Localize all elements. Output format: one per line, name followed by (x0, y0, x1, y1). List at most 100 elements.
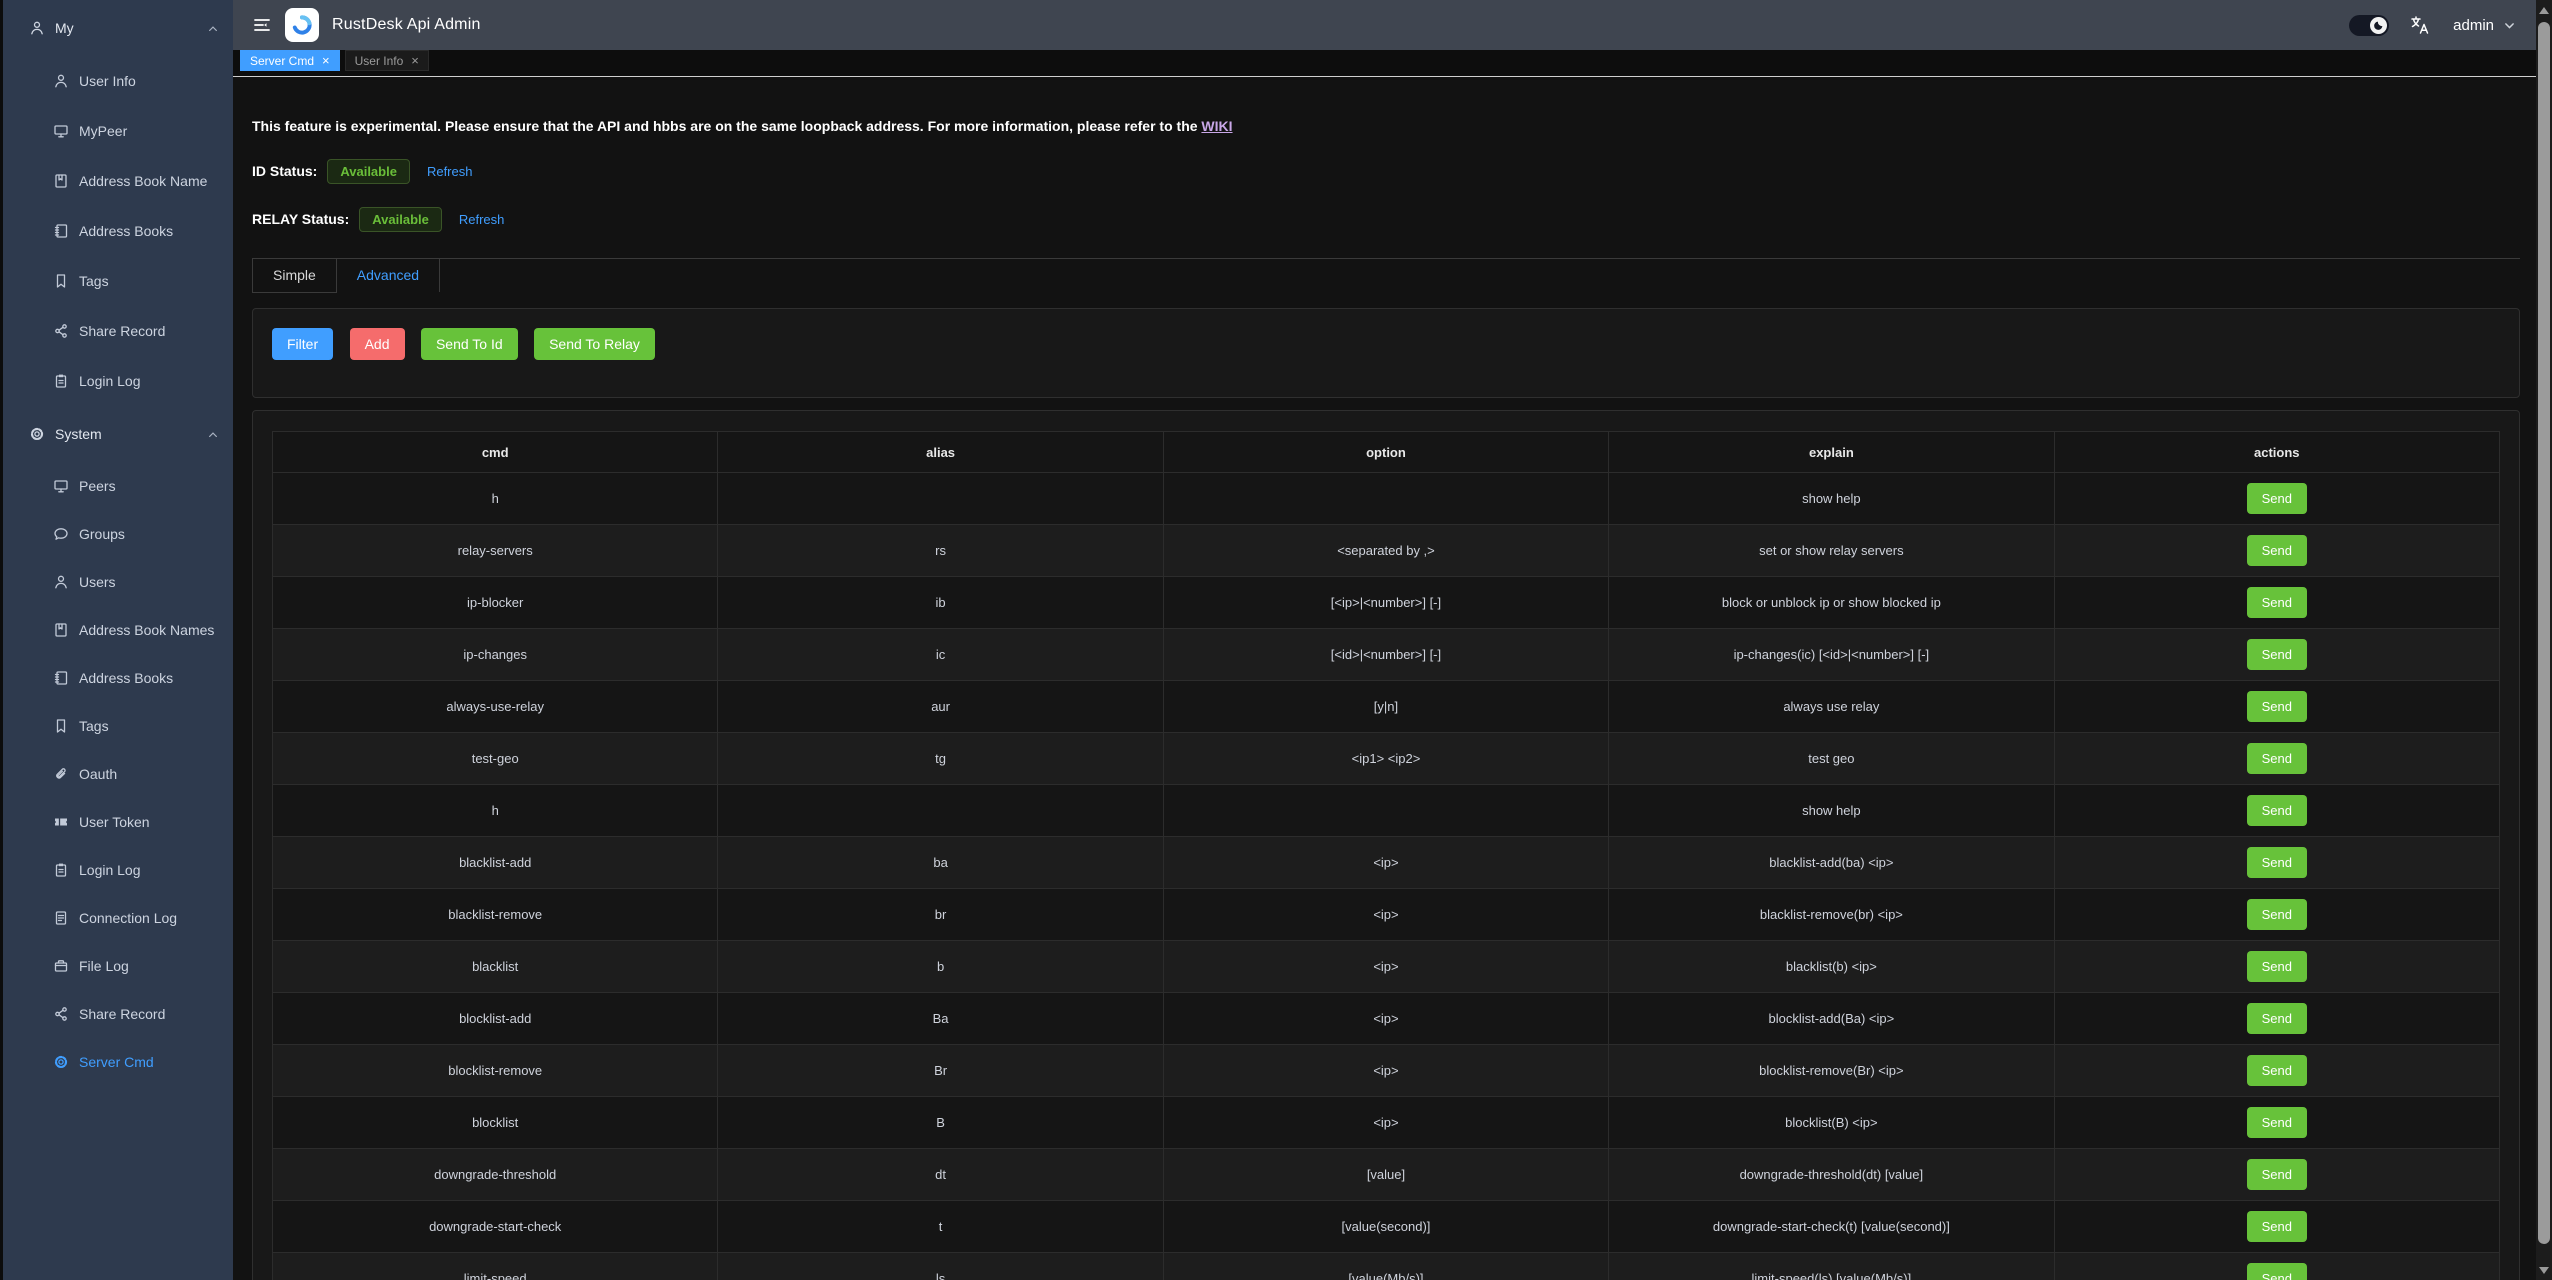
sidebar-item-address-books[interactable]: Address Books (3, 654, 233, 702)
column-header-alias: alias (718, 432, 1163, 473)
scroll-up-arrow-icon[interactable] (2536, 2, 2552, 18)
tab-simple[interactable]: Simple (252, 259, 337, 293)
cell-option: [value] (1163, 1149, 1608, 1201)
sidebar-item-label: Share Record (79, 323, 165, 339)
menu-fold-icon[interactable] (252, 15, 272, 35)
sidebar-item-share-record[interactable]: Share Record (3, 306, 233, 356)
send-button[interactable]: Send (2247, 1055, 2307, 1086)
sidebar-item-connection-log[interactable]: Connection Log (3, 894, 233, 942)
send-button[interactable]: Send (2247, 535, 2307, 566)
cell-actions: Send (2054, 1097, 2499, 1149)
sidebar-item-label: User Info (79, 73, 136, 89)
send-button[interactable]: Send (2247, 1107, 2307, 1138)
send-button[interactable]: Send (2247, 691, 2307, 722)
monitor-icon (53, 123, 69, 139)
table-row: blocklist-addBa<ip>blocklist-add(Ba) <ip… (273, 993, 2500, 1045)
rustdesk-logo-icon (285, 8, 319, 42)
cell-explain: show help (1609, 785, 2054, 837)
cell-cmd: test-geo (273, 733, 718, 785)
cell-explain: always use relay (1609, 681, 2054, 733)
send-button[interactable]: Send (2247, 1211, 2307, 1242)
view-tab-server-cmd[interactable]: Server Cmd× (240, 50, 340, 71)
sidebar-section-my[interactable]: My (3, 0, 233, 56)
sidebar-item-login-log[interactable]: Login Log (3, 846, 233, 894)
cell-explain: set or show relay servers (1609, 525, 2054, 577)
cell-cmd: ip-blocker (273, 577, 718, 629)
table-row: blacklist-addba<ip>blacklist-add(ba) <ip… (273, 837, 2500, 889)
translate-icon[interactable] (2409, 14, 2431, 36)
send-button[interactable]: Send (2247, 899, 2307, 930)
send-button[interactable]: Send (2247, 1003, 2307, 1034)
send-button[interactable]: Send (2247, 795, 2307, 826)
send-button[interactable]: Send (2247, 587, 2307, 618)
relay-status-refresh-link[interactable]: Refresh (459, 212, 505, 227)
send-button[interactable]: Send (2247, 951, 2307, 982)
sidebar-item-label: Peers (79, 478, 116, 494)
user-menu[interactable]: admin (2453, 17, 2516, 34)
filter-button[interactable]: Filter (272, 328, 333, 360)
sidebar-item-user-info[interactable]: User Info (3, 56, 233, 106)
sidebar-item-file-log[interactable]: File Log (3, 942, 233, 990)
scroll-down-arrow-icon[interactable] (2536, 1262, 2552, 1278)
cell-explain: blocklist(B) <ip> (1609, 1097, 2054, 1149)
scrollbar-thumb[interactable] (2538, 22, 2550, 1244)
cell-alias: aur (718, 681, 1163, 733)
view-tab-user-info[interactable]: User Info × (345, 50, 429, 71)
view-tab-label: User Info (355, 54, 404, 68)
sidebar-item-users[interactable]: Users (3, 558, 233, 606)
id-status-refresh-link[interactable]: Refresh (427, 164, 473, 179)
sidebar-item-label: Share Record (79, 1006, 165, 1022)
sidebar-item-address-book-name[interactable]: Address Book Name (3, 156, 233, 206)
table-row: limit-speedls[value(Mb/s)]limit-speed(ls… (273, 1253, 2500, 1280)
id-status-label: ID Status: (252, 163, 317, 179)
sidebar-item-mypeer[interactable]: MyPeer (3, 106, 233, 156)
send-button[interactable]: Send (2247, 1263, 2307, 1280)
wiki-link[interactable]: WIKI (1201, 118, 1232, 134)
gear-icon (53, 1054, 69, 1070)
close-icon[interactable]: × (411, 54, 419, 67)
cell-explain: limit-speed(ls) [value(Mb/s)] (1609, 1253, 2054, 1280)
send-to-id-button[interactable]: Send To Id (421, 328, 518, 360)
dark-mode-toggle[interactable] (2349, 15, 2389, 36)
moon-icon (2370, 17, 2387, 34)
cell-option: <ip> (1163, 993, 1608, 1045)
id-status-row: ID Status: Available Refresh (252, 158, 2520, 184)
sidebar-section-label: System (55, 426, 207, 442)
table-row: always-use-relayaur[y|n]always use relay… (273, 681, 2500, 733)
cell-explain: blacklist-remove(br) <ip> (1609, 889, 2054, 941)
tab-advanced[interactable]: Advanced (337, 259, 440, 292)
sidebar-item-login-log[interactable]: Login Log (3, 356, 233, 406)
send-button[interactable]: Send (2247, 743, 2307, 774)
sidebar-item-peers[interactable]: Peers (3, 462, 233, 510)
sidebar-item-groups[interactable]: Groups (3, 510, 233, 558)
send-button[interactable]: Send (2247, 847, 2307, 878)
send-button[interactable]: Send (2247, 1159, 2307, 1190)
briefcase-icon (53, 958, 69, 974)
sidebar-item-address-books[interactable]: Address Books (3, 206, 233, 256)
sidebar-item-oauth[interactable]: Oauth (3, 750, 233, 798)
monitor-icon (53, 478, 69, 494)
cell-alias: t (718, 1201, 1163, 1253)
sidebar-item-address-book-names[interactable]: Address Book Names (3, 606, 233, 654)
add-button[interactable]: Add (350, 328, 405, 360)
notebook-icon (53, 223, 69, 239)
cell-cmd: h (273, 785, 718, 837)
sidebar-item-share-record[interactable]: Share Record (3, 990, 233, 1038)
table-row: downgrade-start-checkt[value(second)]dow… (273, 1201, 2500, 1253)
close-icon[interactable]: × (322, 54, 330, 67)
send-button[interactable]: Send (2247, 639, 2307, 670)
send-button[interactable]: Send (2247, 483, 2307, 514)
sidebar-item-user-token[interactable]: User Token (3, 798, 233, 846)
send-to-relay-button[interactable]: Send To Relay (534, 328, 655, 360)
vertical-scrollbar[interactable] (2536, 0, 2552, 1280)
document-icon (53, 910, 69, 926)
sidebar-section-system[interactable]: System (3, 406, 233, 462)
sidebar-item-tags[interactable]: Tags (3, 256, 233, 306)
table-row: downgrade-thresholddt[value]downgrade-th… (273, 1149, 2500, 1201)
sidebar-item-label: Users (79, 574, 116, 590)
sidebar-item-server-cmd[interactable]: Server Cmd (3, 1038, 233, 1086)
cell-alias: Br (718, 1045, 1163, 1097)
relay-status-label: RELAY Status: (252, 211, 349, 227)
sidebar-item-tags[interactable]: Tags (3, 702, 233, 750)
paperclip-icon (53, 766, 69, 782)
